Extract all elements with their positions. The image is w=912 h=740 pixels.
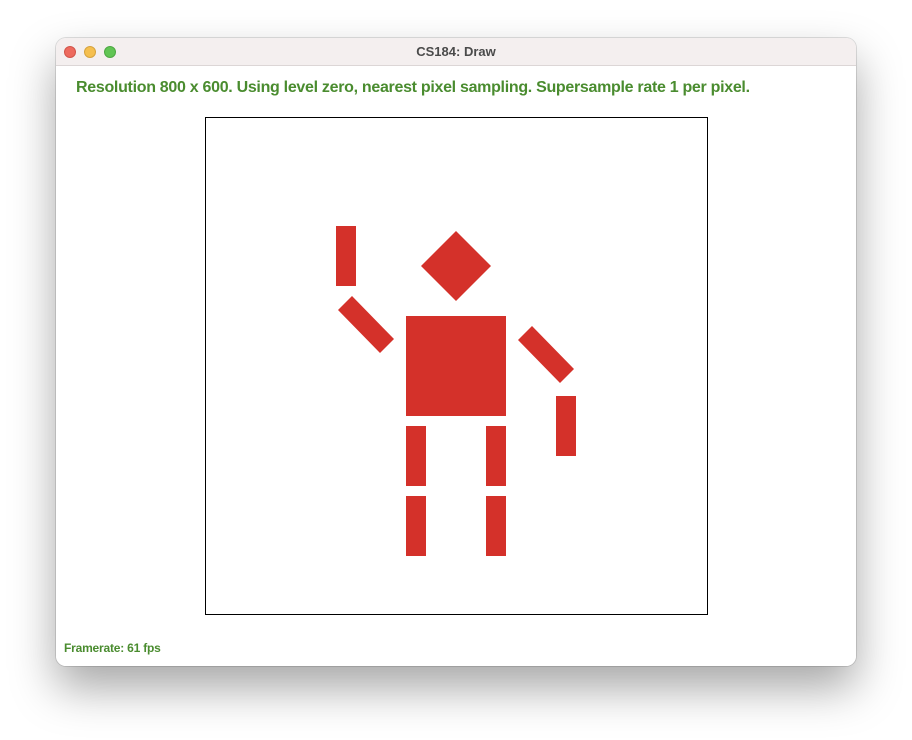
render-area[interactable]: Resolution 800 x 600. Using level zero, …: [56, 66, 856, 666]
resolution-status-text: Resolution 800 x 600. Using level zero, …: [76, 79, 750, 96]
head-shape: [421, 231, 491, 301]
app-window: CS184: Draw Resolution 800 x 600. Using …: [56, 38, 856, 666]
left-thigh-shape: [406, 426, 426, 486]
right-shin-shape: [486, 496, 506, 556]
drawing-canvas[interactable]: [205, 117, 708, 615]
left-shin-shape: [406, 496, 426, 556]
right-upper-arm-shape: [518, 326, 574, 383]
window-title: CS184: Draw: [416, 44, 496, 59]
stick-figure-drawing: [336, 226, 576, 556]
framerate-text: Framerate: 61 fps: [64, 641, 161, 655]
right-thigh-shape: [486, 426, 506, 486]
left-forearm-shape: [336, 226, 356, 286]
torso-shape: [406, 316, 506, 416]
right-forearm-shape: [556, 396, 576, 456]
title-bar[interactable]: CS184: Draw: [56, 38, 856, 66]
left-upper-arm-shape: [338, 296, 394, 353]
